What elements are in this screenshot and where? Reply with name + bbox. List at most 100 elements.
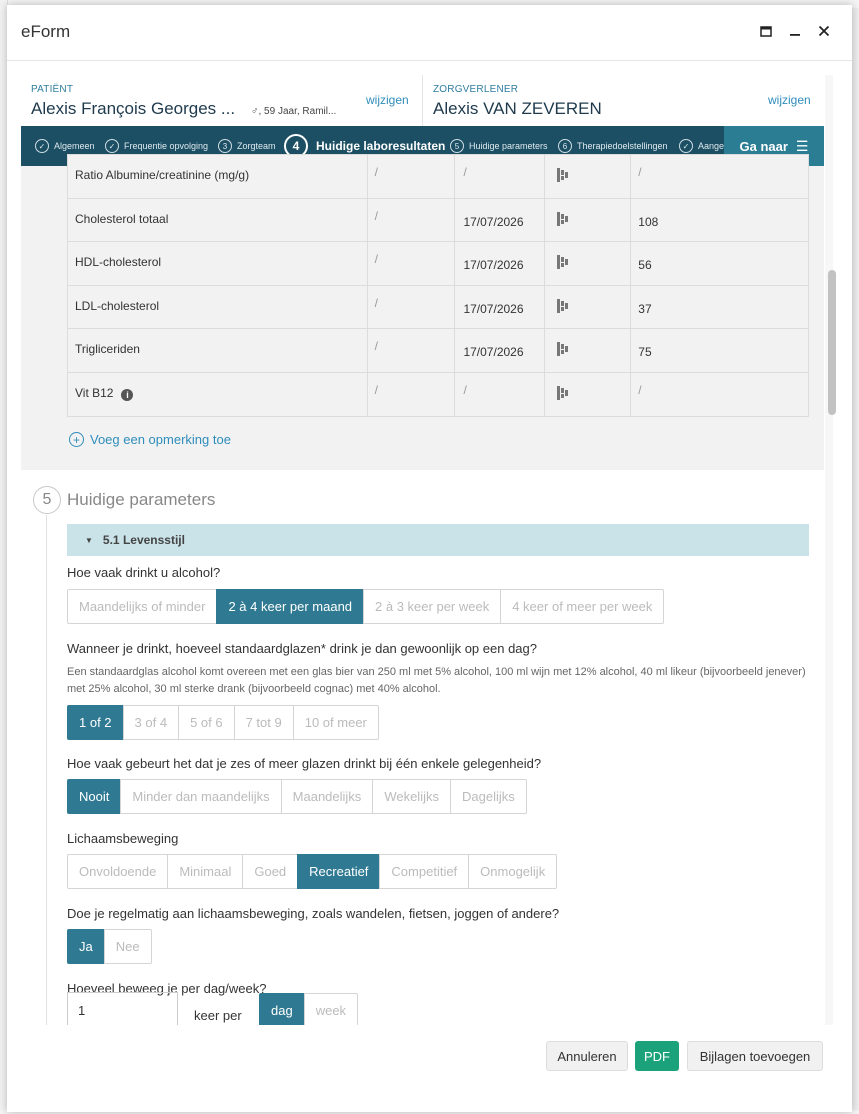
lab-name: Ratio Albumine/creatinine (mg/g) (75, 168, 250, 182)
keer-per-label: keer per (194, 1008, 242, 1023)
patient-bar: PATIËNT Alexis François Georges ... ♂, 5… (21, 75, 824, 127)
lab-row: Ratio Albumine/creatinine (mg/g) / / / (67, 154, 809, 199)
step-label: Frequentie opvolging (124, 141, 209, 151)
lab-history-cell (544, 197, 632, 243)
lab-name: Vit B12 (75, 385, 114, 400)
regular-exercise-options: Ja Nee (67, 929, 152, 964)
history-chart-icon[interactable] (557, 211, 569, 226)
lab-status: / (366, 328, 456, 373)
add-remark-label: Voeg een opmerking toe (90, 432, 231, 447)
lab-date: 17/07/2026 (454, 328, 546, 373)
lab-value: 37 (630, 284, 809, 330)
option-button[interactable]: Recreatief (297, 854, 381, 889)
lab-row: Cholesterol totaal /17/07/2026 108 (67, 197, 809, 243)
exercise-amount-input[interactable]: 1 (67, 992, 178, 1025)
option-button[interactable]: 7 tot 9 (233, 705, 294, 740)
step-label: Algemeen (54, 141, 95, 151)
exercise-period-options: dag week (259, 993, 359, 1025)
standard-glasses-options: 1 of 23 of 45 of 67 tot 9 10 of meer (67, 705, 379, 740)
lab-row: Vit B12 i / / / (67, 371, 809, 417)
option-button[interactable]: Wekelijks (372, 779, 451, 814)
lab-date: 17/07/2026 (454, 197, 546, 243)
lab-history-cell (544, 371, 632, 417)
form-content[interactable]: PATIËNT Alexis François Georges ... ♂, 5… (21, 75, 838, 1025)
minimize-icon[interactable] (785, 21, 805, 41)
option-button[interactable]: dag (259, 993, 305, 1025)
option-button[interactable]: Nee (103, 929, 152, 964)
lab-name: Cholesterol totaal (75, 211, 169, 226)
option-button[interactable]: 4 keer of meer per week (500, 589, 665, 624)
history-chart-icon[interactable] (557, 342, 569, 357)
history-chart-icon[interactable] (557, 385, 569, 400)
lab-status: / (366, 197, 456, 243)
lab-value: / (630, 371, 809, 417)
cancel-button[interactable]: Annuleren (546, 1041, 628, 1071)
modal-header: eForm (7, 5, 852, 61)
option-button[interactable]: Maandelijks of minder (67, 589, 218, 624)
history-chart-icon[interactable] (557, 298, 569, 313)
add-attachments-button[interactable]: Bijlagen toevoegen (687, 1041, 823, 1071)
info-icon[interactable]: i (121, 388, 134, 401)
lab-value: 56 (630, 241, 809, 286)
plus-circle-icon: + (69, 432, 84, 447)
option-button[interactable]: Competitief (379, 854, 470, 889)
step-check-icon: ✓ (679, 139, 693, 153)
exercise-options: Onvoldoende Minimaal Goed Recreatief Competi… (67, 854, 558, 889)
section-number: 5 (33, 486, 61, 514)
menu-icon: ☰ (795, 137, 809, 154)
history-chart-icon[interactable] (557, 168, 569, 182)
patient-panel: PATIËNT Alexis François Georges ... ♂, 5… (21, 75, 423, 127)
patient-name: Alexis François Georges ... (31, 99, 236, 118)
maximize-icon[interactable] (756, 21, 776, 41)
alcohol-frequency-options: Maandelijks of minder 2 à 4 keer per maan… (67, 589, 665, 624)
option-button[interactable]: 1 of 2 (67, 705, 124, 740)
option-button[interactable]: 3 of 4 (122, 705, 180, 740)
standard-glass-help-text: Een standaardglas alcohol komt overeen m… (67, 666, 806, 695)
step-check-icon: ✓ (35, 139, 49, 153)
caregiver-change-link[interactable]: wijzigen (768, 93, 811, 107)
option-button[interactable]: Minder dan maandelijks (120, 779, 282, 814)
subsection-title: 5.1 Levensstijl (102, 533, 185, 547)
scrollbar-track[interactable] (825, 75, 833, 1025)
step-number: 6 (558, 139, 572, 153)
step-label: Huidige laboresultaten (316, 139, 446, 153)
option-button[interactable]: Maandelijks (280, 779, 374, 814)
option-button[interactable]: Onmogelijk (468, 854, 558, 889)
option-button[interactable]: Ja (67, 929, 105, 964)
goto-label: Ga naar (739, 138, 788, 154)
option-button[interactable]: Onvoldoende (67, 854, 169, 889)
option-button[interactable]: Minimaal (167, 854, 244, 889)
history-chart-icon[interactable] (557, 255, 569, 270)
lab-name-cell: LDL-cholesterol (67, 284, 368, 330)
option-button[interactable]: Dagelijks (449, 779, 527, 814)
caret-down-icon: ▼ (85, 535, 93, 545)
option-button[interactable]: 5 of 6 (178, 705, 235, 740)
option-button[interactable]: 2 à 3 keer per week (363, 589, 502, 624)
question-regular-exercise: Doe je regelmatig aan lichaamsbeweging, … (67, 906, 560, 921)
lab-row: HDL-cholesterol /17/07/2026 56 (67, 241, 809, 286)
lab-name: HDL-cholesterol (75, 255, 162, 270)
lab-date: 17/07/2026 (454, 284, 546, 330)
add-remark-link[interactable]: + Voeg een opmerking toe (69, 432, 231, 447)
lab-date: / (454, 154, 546, 199)
lab-results-table: Ratio Albumine/creatinine (mg/g) / / / Chole… (67, 154, 809, 417)
caregiver-name: Alexis VAN ZEVEREN (433, 99, 602, 118)
pdf-button[interactable]: PDF (635, 1041, 679, 1071)
patient-label: PATIËNT (31, 84, 74, 95)
option-button[interactable]: Nooit (67, 779, 122, 814)
close-icon[interactable] (814, 21, 834, 41)
scrollbar-thumb[interactable] (828, 270, 836, 415)
lab-history-cell (544, 154, 632, 199)
step-label: Huidige parameters (469, 141, 548, 151)
option-button[interactable]: 2 à 4 keer per maand (216, 589, 365, 624)
lab-date: 17/07/2026 (454, 241, 546, 286)
option-button[interactable]: 10 of meer (292, 705, 379, 740)
step-number: 5 (450, 139, 464, 153)
subsection-levensstijl-header[interactable]: ▼ 5.1 Levensstijl (67, 524, 809, 556)
lab-value: 75 (630, 328, 809, 373)
option-button[interactable]: week (303, 993, 359, 1025)
lab-value: 108 (630, 197, 809, 243)
lab-name: LDL-cholesterol (75, 298, 160, 313)
patient-change-link[interactable]: wijzigen (366, 93, 409, 107)
option-button[interactable]: Goed (242, 854, 299, 889)
